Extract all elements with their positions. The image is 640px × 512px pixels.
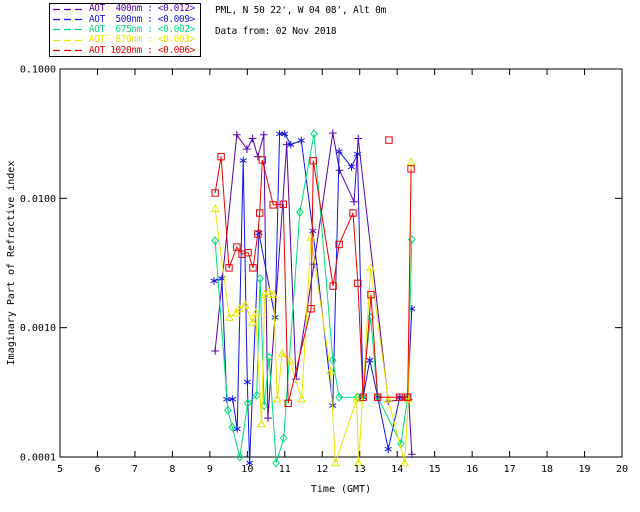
- x-tick-label: 20: [616, 464, 628, 475]
- legend-line-sample-675nm: [53, 29, 85, 31]
- legend-line-sample-1020nm: [53, 50, 85, 52]
- x-tick-label: 8: [169, 464, 175, 475]
- x-tick-label: 15: [429, 464, 441, 475]
- x-tick-label: 19: [579, 464, 591, 475]
- axis-ticks: 5 6 7 8 9 10 11 12 13 14 15 16 17 18 19 20 0.1000 0.0100 0…: [20, 65, 628, 476]
- legend-label-400nm: AOT 400nm : <0.012>: [89, 3, 195, 15]
- legend-line-sample-500nm: [53, 18, 85, 21]
- x-tick-label: 10: [241, 464, 253, 475]
- x-tick-label: 5: [57, 464, 63, 475]
- y-axis-title: Imaginary Part of Refractive index: [6, 161, 17, 366]
- legend-entry-400nm: AOT 400nm : <0.012>: [50, 4, 200, 14]
- data-date-text: Data from: 02 Nov 2018: [215, 26, 337, 37]
- header: PML, N 50 22', W 04 08', Alt 0m Data fro…: [215, 5, 386, 47]
- legend-label-1020nm: AOT 1020nm : <0.006>: [89, 44, 195, 56]
- legend-label-870nm: AOT 870nm : <0.003>: [89, 34, 195, 46]
- y-tick-label: 0.0010: [20, 323, 56, 334]
- x-tick-label: 7: [132, 464, 138, 475]
- y-tick-label: 0.1000: [20, 65, 56, 76]
- x-tick-label: 12: [316, 464, 328, 475]
- chart-canvas: 5 6 7 8 9 10 11 12 13 14 15 16 17 18 19 20 0.1000 0.0100 0…: [6, 65, 628, 496]
- y-tick-label: 0.0100: [20, 194, 56, 205]
- legend-entry-870nm: AOT 870nm : <0.003>: [50, 35, 200, 45]
- legend-line-sample-400nm: [53, 8, 85, 10]
- x-tick-label: 9: [207, 464, 213, 475]
- aeronet-plot-page: AOT 400nm : <0.012> AOT 500nm : <0.009> AO…: [0, 0, 640, 512]
- x-tick-label: 13: [354, 464, 366, 475]
- x-tick-label: 14: [391, 464, 403, 475]
- y-tick-label: 0.0001: [20, 453, 56, 464]
- x-tick-label: 16: [466, 464, 478, 475]
- legend: AOT 400nm : <0.012> AOT 500nm : <0.009> AO…: [49, 3, 201, 57]
- site-location-text: PML, N 50 22', W 04 08', Alt 0m: [215, 5, 387, 16]
- x-tick-label: 6: [94, 464, 100, 475]
- x-tick-label: 18: [541, 464, 553, 475]
- legend-line-sample-870nm: [53, 39, 85, 41]
- x-axis-title: Time (GMT): [311, 484, 371, 495]
- x-tick-label: 11: [279, 464, 291, 475]
- x-tick-label: 17: [504, 464, 516, 475]
- legend-entry-1020nm: AOT 1020nm : <0.006>: [50, 44, 200, 56]
- data-series: [210, 129, 416, 468]
